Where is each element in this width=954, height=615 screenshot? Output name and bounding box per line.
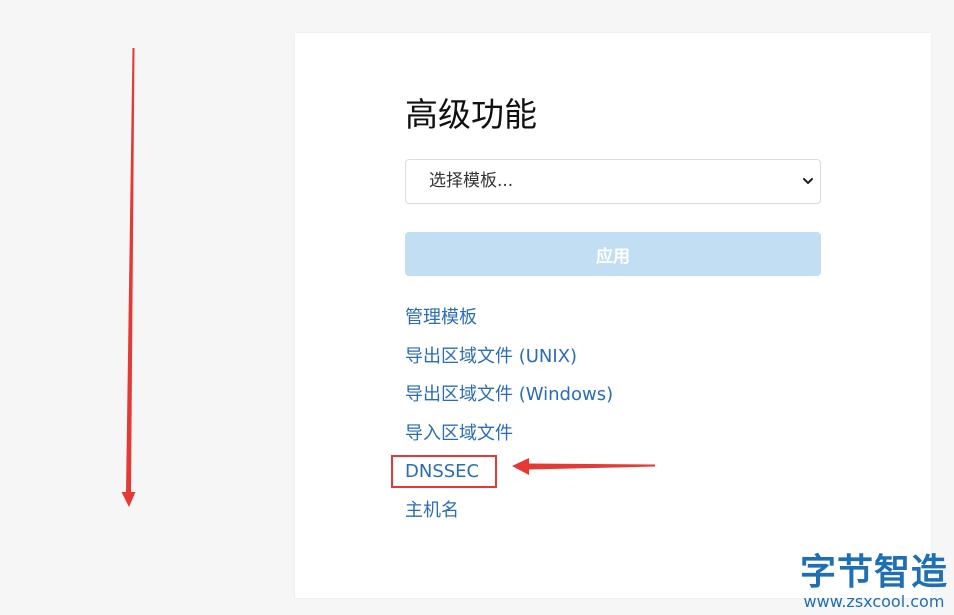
down-arrow-annotation xyxy=(121,48,136,507)
chevron-down-icon xyxy=(803,178,813,184)
import-zone-file-link[interactable]: 导入区域文件 xyxy=(405,415,613,454)
manage-templates-link[interactable]: 管理模板 xyxy=(405,299,613,338)
export-zone-file-unix-link[interactable]: 导出区域文件 (UNIX) xyxy=(405,338,613,377)
watermark-url: www.zsxcool.com xyxy=(803,592,945,611)
watermark-logo: 字节智造 xyxy=(799,552,948,593)
watermark: 字节智造 www.zsxcool.com xyxy=(800,553,948,611)
export-zone-file-windows-link[interactable]: 导出区域文件 (Windows) xyxy=(405,376,613,415)
hostnames-link[interactable]: 主机名 xyxy=(405,492,613,531)
advanced-features-panel: 高级功能 选择模板... 应用 管理模板 导出区域文件 (UNIX) 导出区域文… xyxy=(295,33,931,598)
page-title: 高级功能 xyxy=(405,95,537,134)
advanced-links-list: 管理模板 导出区域文件 (UNIX) 导出区域文件 (Windows) 导入区域… xyxy=(405,299,613,530)
dnssec-highlight-box xyxy=(391,455,497,488)
template-select[interactable]: 选择模板... xyxy=(405,159,821,204)
template-select-value: 选择模板... xyxy=(429,171,514,191)
apply-button[interactable]: 应用 xyxy=(405,232,821,276)
